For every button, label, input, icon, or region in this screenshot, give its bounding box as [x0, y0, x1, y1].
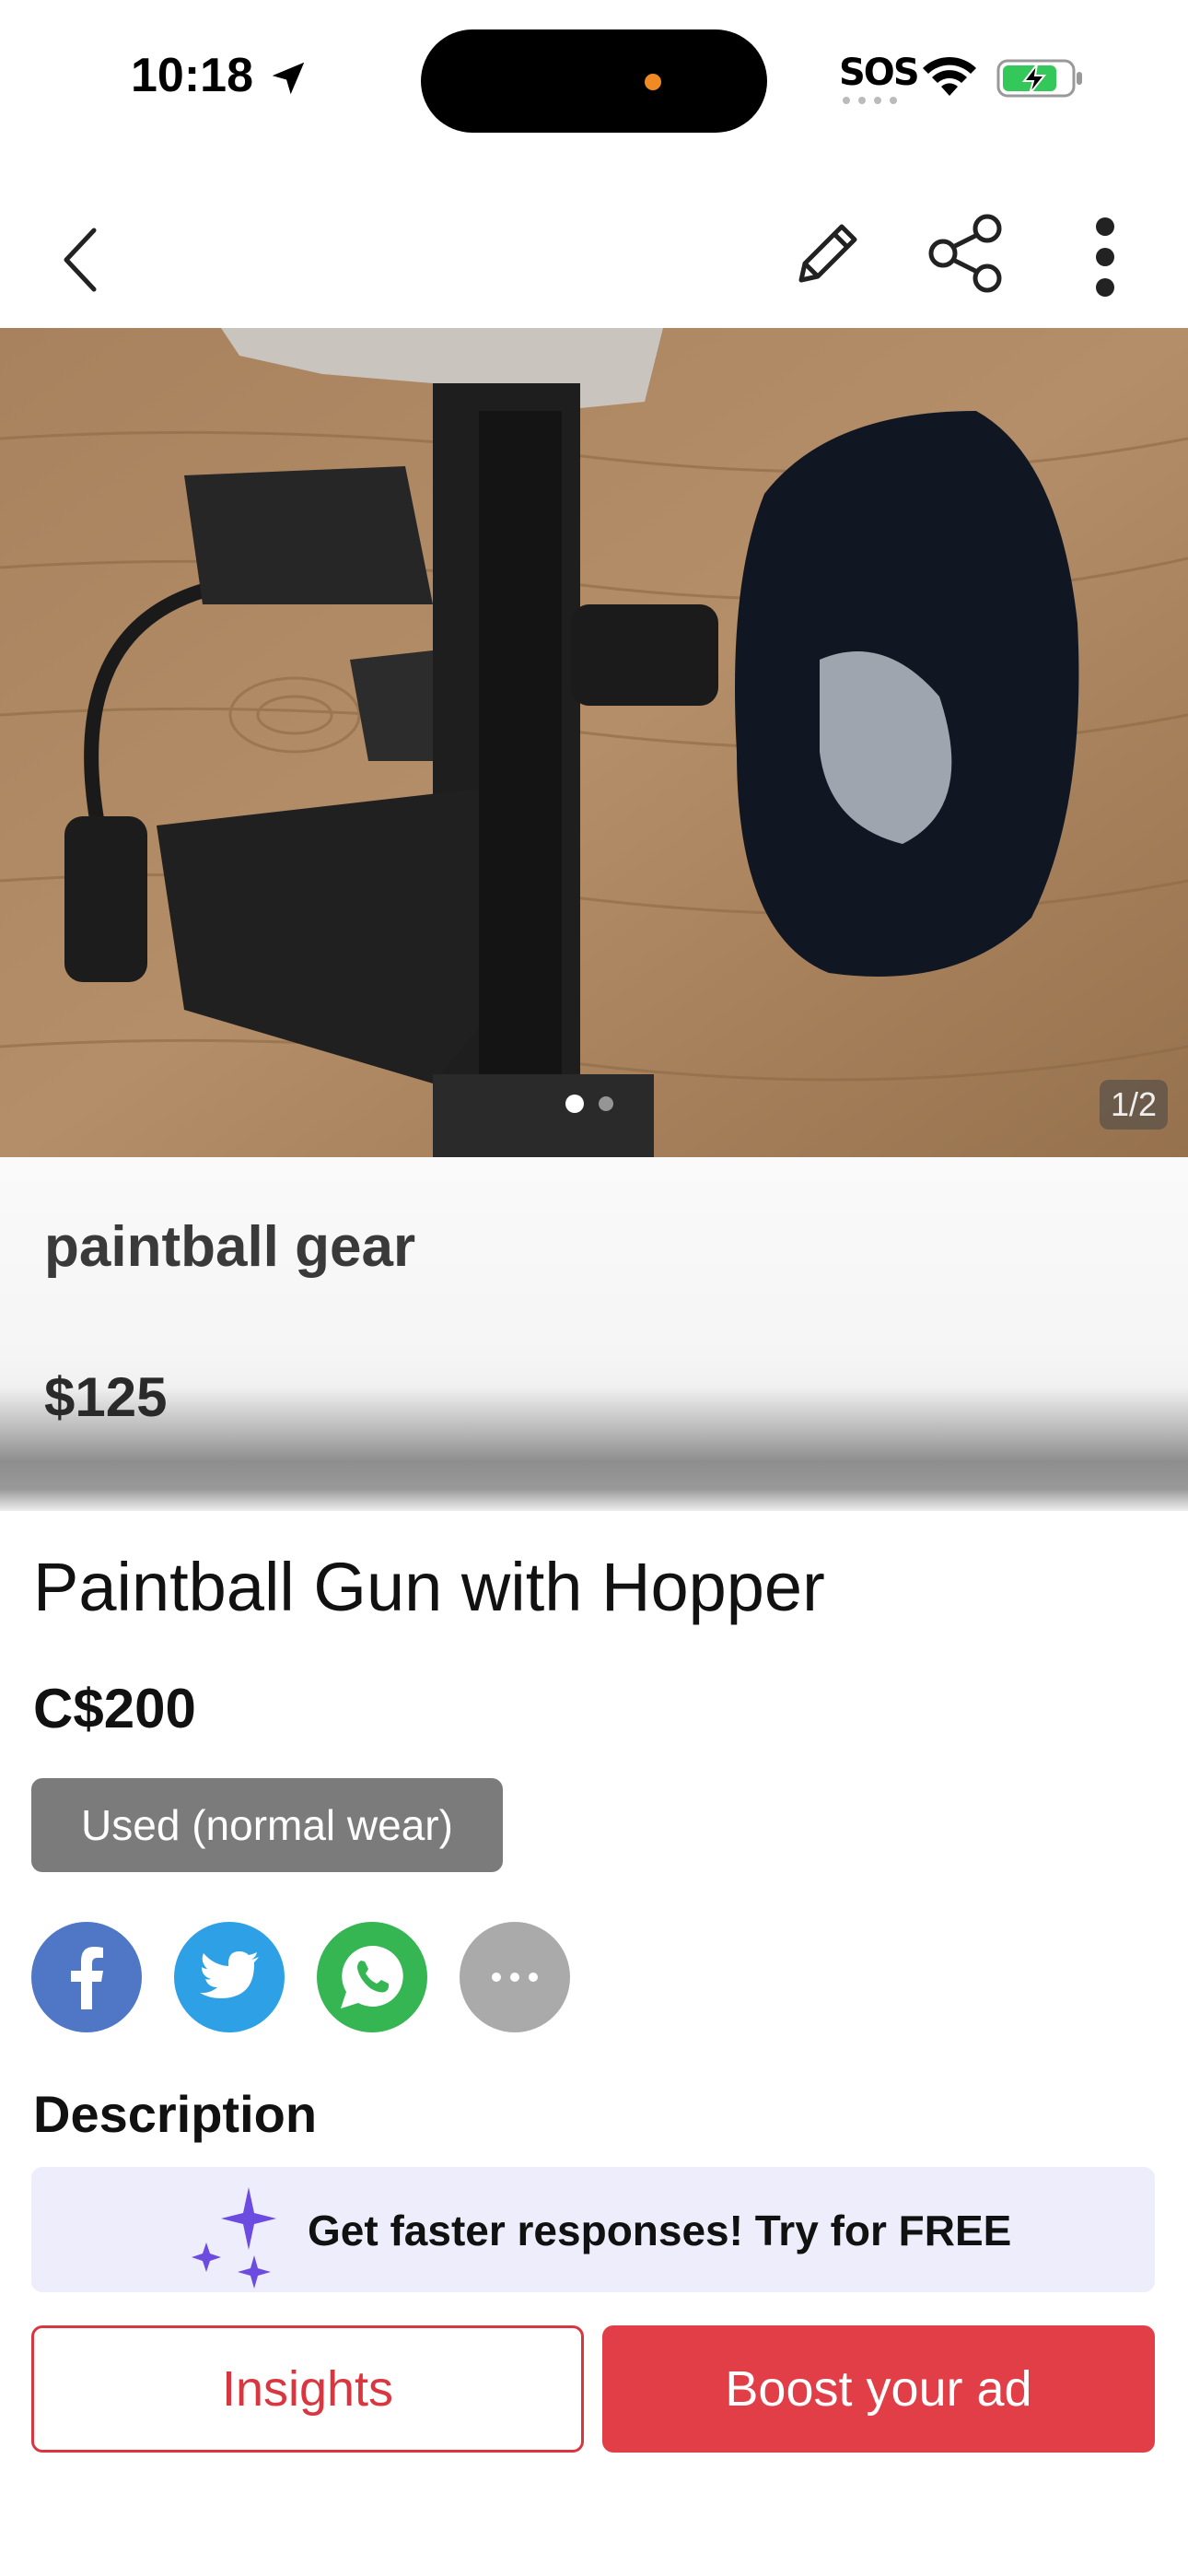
battery-charging-icon — [996, 59, 1082, 98]
listing-photo[interactable]: 1/2 — [0, 328, 1188, 1157]
paintball-gun-photo — [0, 328, 1188, 1157]
strip-title: paintball gear — [44, 1215, 416, 1279]
share-icon[interactable] — [925, 212, 1007, 295]
edit-pencil-icon[interactable] — [790, 217, 864, 291]
description-heading: Description — [33, 2085, 318, 2143]
more-horizontal-icon — [492, 1973, 538, 1982]
promo-banner[interactable]: Get faster responses! Try for FREE — [31, 2167, 1155, 2292]
strip-price: $125 — [44, 1366, 168, 1428]
listing-title: Paintball Gun with Hopper — [33, 1549, 825, 1625]
location-arrow-icon — [272, 62, 305, 95]
photo-pager-dots[interactable] — [564, 1093, 619, 1115]
whatsapp-icon — [341, 1945, 403, 2008]
privacy-indicator — [645, 74, 661, 90]
twitter-share-button[interactable] — [174, 1922, 285, 2032]
boost-ad-button[interactable]: Boost your ad — [602, 2325, 1155, 2453]
signal-dots-icon — [843, 97, 897, 104]
photo-text-strip: paintball gear $125 — [0, 1157, 1188, 1511]
photo-counter: 1/2 — [1099, 1080, 1168, 1130]
listing-price: C$200 — [33, 1678, 196, 1739]
more-vertical-icon[interactable] — [1087, 216, 1124, 299]
whatsapp-share-button[interactable] — [317, 1922, 427, 2032]
back-chevron-icon[interactable] — [59, 225, 101, 295]
promo-text: Get faster responses! Try for FREE — [308, 2207, 1012, 2254]
top-nav-bar — [0, 184, 1188, 328]
wifi-icon — [923, 56, 976, 96]
carrier-sos: SOS — [839, 52, 920, 94]
dynamic-island — [421, 29, 767, 133]
facebook-icon — [71, 1947, 103, 2009]
sparkles-icon — [192, 2187, 276, 2289]
more-share-button[interactable] — [460, 1922, 570, 2032]
status-time: 10:18 — [131, 49, 253, 102]
twitter-icon — [200, 1951, 259, 1998]
facebook-share-button[interactable] — [31, 1922, 142, 2032]
insights-button[interactable]: Insights — [31, 2325, 584, 2453]
status-bar: 10:18 SOS — [0, 0, 1188, 157]
condition-badge: Used (normal wear) — [31, 1778, 503, 1872]
